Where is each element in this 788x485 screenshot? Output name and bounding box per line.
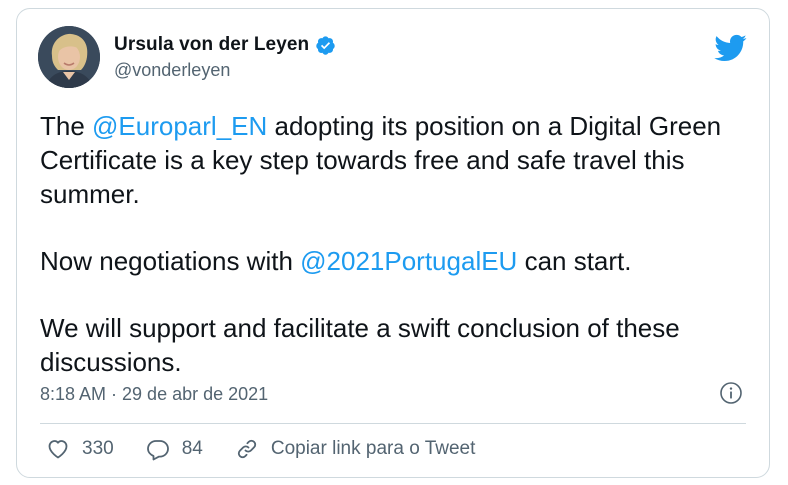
verified-badge-icon [316,35,335,55]
info-icon[interactable] [719,381,743,405]
reply-count: 84 [181,438,203,459]
like-button[interactable]: 330 [46,437,114,461]
tweet-timestamp[interactable]: 8:18 AM · 29 de abr de 2021 [40,384,268,405]
author-name[interactable]: Ursula von der Leyen [114,34,309,56]
tweet-paragraph-1: The @Europarl_EN adopting its position o… [40,109,755,211]
copy-link-label: Copiar link para o Tweet [270,438,476,459]
copy-link-button[interactable]: Copiar link para o Tweet [235,437,476,461]
reply-button[interactable]: 84 [146,437,203,461]
action-bar: 330 84 Copiar link para o Tweet [46,437,507,461]
avatar[interactable] [38,26,100,88]
mention-europarl-link[interactable]: @Europarl_EN [92,111,267,141]
link-icon [237,439,256,459]
tweet-card[interactable]: Ursula von der Leyen @vonderleyen The @E… [16,8,770,478]
tweet-text-segment: can start. [517,246,632,276]
author-handle[interactable]: @vonderleyen [114,60,230,81]
heart-icon [48,440,68,459]
divider [40,423,746,424]
avatar-photo [38,26,100,88]
tweet-paragraph-2: Now negotiations with @2021PortugalEU ca… [40,244,755,278]
tweet-text-segment: The [40,111,93,141]
twitter-bird-icon[interactable] [713,31,747,65]
tweet-text-segment: Now negotiations with [40,246,301,276]
reply-bubble-icon [146,440,169,461]
like-count: 330 [82,438,114,459]
tweet-paragraph-3: We will support and facilitate a swift c… [40,313,680,377]
mention-portugal-link[interactable]: @2021PortugalEU [300,246,517,276]
tweet-text: The @Europarl_EN adopting its position o… [40,109,755,379]
author-row: Ursula von der Leyen [114,34,336,56]
